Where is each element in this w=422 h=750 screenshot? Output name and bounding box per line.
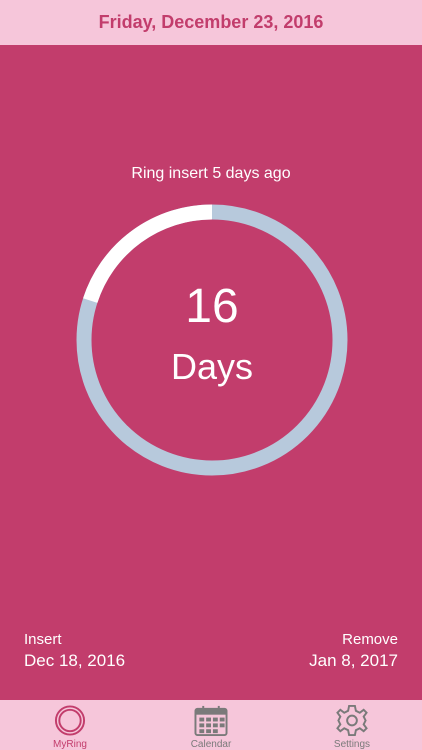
day-count: 16 — [185, 280, 239, 333]
tab-calendar[interactable]: Calendar — [141, 700, 281, 750]
tab-label-calendar: Calendar — [190, 739, 232, 750]
status-text: Ring insert 5 days ago — [131, 165, 291, 182]
tab-bar: MyRing Calendar Settings — [0, 700, 422, 750]
tab-label-settings: Settings — [333, 739, 371, 750]
remove-label: Remove — [342, 631, 398, 648]
calendar-icon — [194, 705, 228, 737]
tab-label-myring: MyRing — [53, 739, 87, 750]
insert-date: Dec 18, 2016 — [24, 651, 126, 670]
tab-myring[interactable]: MyRing — [0, 700, 140, 750]
main-panel: Ring insert 5 days ago 16 Days Insert De… — [0, 45, 422, 700]
header-bar: Friday, December 23, 2016 — [0, 0, 422, 45]
ring-icon — [54, 705, 86, 736]
header-date: Friday, December 23, 2016 — [98, 12, 324, 32]
remove-date: Jan 8, 2017 — [309, 651, 398, 670]
day-unit: Days — [170, 346, 254, 387]
ring-svg — [76, 204, 348, 476]
insert-label: Insert — [24, 631, 62, 648]
gear-icon — [336, 704, 368, 737]
cycle-ring: 16 Days — [75, 203, 349, 477]
tab-settings[interactable]: Settings — [282, 700, 422, 750]
